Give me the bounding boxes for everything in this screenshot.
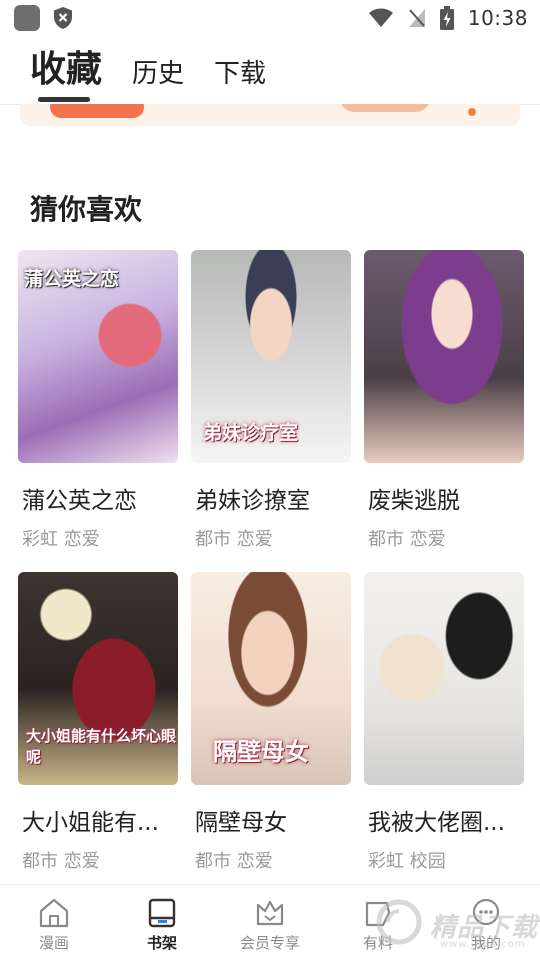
shield-icon [54, 7, 72, 29]
app-notification-icon [14, 5, 40, 31]
promo-decoration [340, 104, 430, 112]
comic-cover[interactable]: 蒲公英之恋 [18, 250, 178, 463]
promo-dot [468, 108, 476, 116]
battery-charging-icon [439, 6, 454, 30]
comic-card[interactable]: 废柴逃脱 都市 恋爱 [364, 250, 524, 572]
nav-label: 会员专享 [239, 934, 300, 952]
comic-cover[interactable] [364, 572, 524, 785]
comic-tags: 彩虹 校园 [368, 851, 446, 872]
tab-favorites[interactable]: 收藏 [30, 40, 102, 104]
comic-card[interactable]: 蒲公英之恋 蒲公英之恋 彩虹 恋爱 [18, 250, 178, 572]
comic-title[interactable]: 蒲公英之恋 [18, 481, 178, 515]
cover-title-art: 隔壁母女 [213, 738, 309, 766]
status-bar: 10:38 [0, 0, 540, 36]
promo-banner[interactable] [20, 104, 520, 126]
cover-title-art: 弟妹诊疗室 [203, 422, 299, 444]
tab-downloads[interactable]: 下载 [214, 53, 266, 104]
comic-card[interactable]: 弟妹诊疗室 弟妹诊撩室 都市 恋爱 [191, 250, 351, 572]
comic-title[interactable]: 弟妹诊撩室 [191, 481, 351, 515]
watermark-logo-icon [376, 899, 422, 945]
bookshelf-icon [148, 898, 176, 928]
site-watermark: 精品下载 www.jpxw.com [374, 897, 540, 957]
section-title: 猜你喜欢 [30, 193, 143, 226]
top-tab-bar: 收藏 历史 下载 [0, 36, 540, 104]
cover-title-art: 大小姐能有什么坏心眼呢 [26, 727, 177, 766]
comic-title[interactable]: 废柴逃脱 [364, 481, 524, 515]
status-time: 10:38 [467, 6, 528, 30]
nav-item-comics[interactable]: 漫画 [0, 885, 108, 960]
vip-crown-icon [256, 900, 284, 926]
nav-item-vip[interactable]: 会员专享 [216, 885, 324, 960]
no-signal-icon [408, 9, 425, 27]
comic-title[interactable]: 我被大佬圈... [364, 803, 524, 837]
home-icon [39, 898, 69, 928]
active-tab-indicator [38, 97, 90, 102]
tab-label: 历史 [132, 59, 185, 89]
comic-title[interactable]: 隔壁母女 [191, 803, 351, 837]
comic-cover[interactable] [364, 250, 524, 463]
watermark-url: www.jpxw.com [440, 939, 526, 950]
comic-tags: 都市 恋爱 [195, 529, 273, 550]
promo-button[interactable] [50, 104, 144, 118]
wifi-icon [368, 8, 393, 27]
comic-tags: 都市 恋爱 [195, 851, 273, 872]
tab-history[interactable]: 历史 [132, 53, 184, 104]
comic-card[interactable]: 隔壁母女 隔壁母女 都市 恋爱 [191, 572, 351, 894]
comic-cover[interactable]: 隔壁母女 [191, 572, 351, 785]
comic-tags: 彩虹 恋爱 [22, 529, 100, 550]
comic-title[interactable]: 大小姐能有... [18, 803, 178, 837]
tab-label: 下载 [214, 59, 267, 89]
comic-cover[interactable]: 大小姐能有什么坏心眼呢 [18, 572, 178, 785]
comic-cover[interactable]: 弟妹诊疗室 [191, 250, 351, 463]
comic-tags: 都市 恋爱 [368, 529, 446, 550]
cover-title-art: 蒲公英之恋 [24, 268, 120, 290]
nav-item-bookshelf[interactable]: 书架 [108, 885, 216, 960]
tab-label: 收藏 [30, 49, 103, 90]
nav-label: 漫画 [38, 934, 69, 952]
comic-card[interactable]: 我被大佬圈... 彩虹 校园 [364, 572, 524, 894]
recommendation-grid: 蒲公英之恋 蒲公英之恋 彩虹 恋爱 弟妹诊疗室 弟妹诊撩室 都市 恋爱 废柴逃脱… [18, 250, 524, 894]
nav-label: 书架 [146, 934, 177, 952]
comic-tags: 都市 恋爱 [22, 851, 100, 872]
comic-card[interactable]: 大小姐能有什么坏心眼呢 大小姐能有... 都市 恋爱 [18, 572, 178, 894]
